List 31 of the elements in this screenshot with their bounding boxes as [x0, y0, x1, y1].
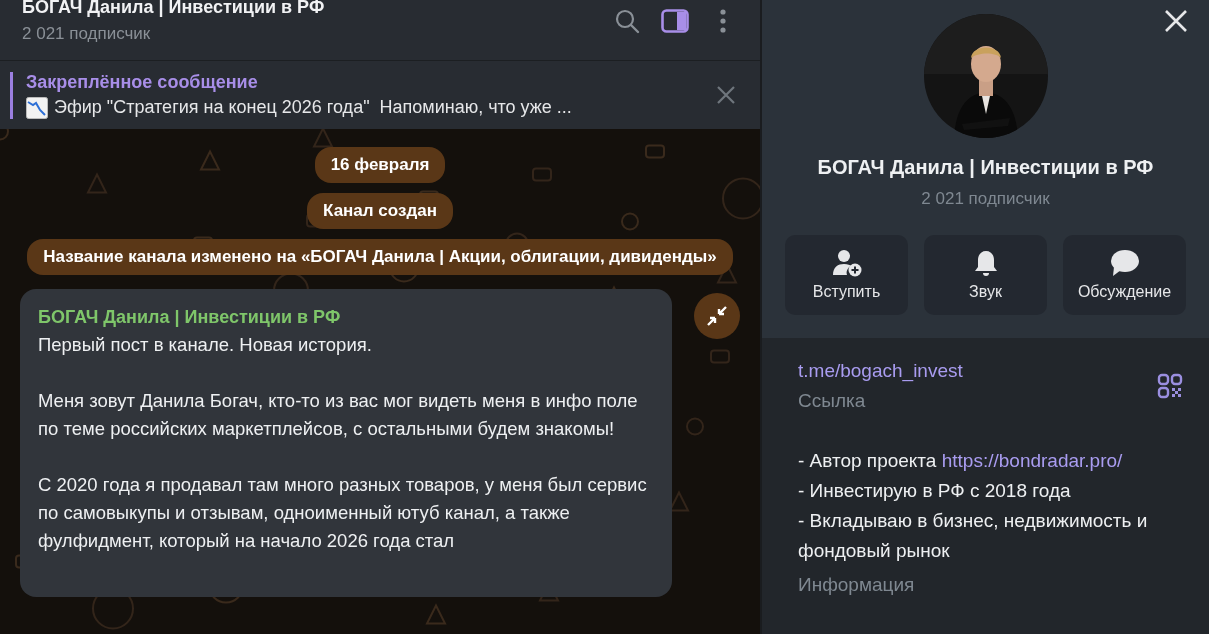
service-message: 16 февраля [314, 147, 446, 183]
collapse-icon [705, 304, 729, 328]
action-button[interactable]: Вступить [785, 235, 908, 315]
profile-name: БОГАЧ Данила | Инвестиции в РФ [817, 156, 1154, 179]
add-user-icon [831, 249, 862, 277]
action-button[interactable]: Звук [924, 235, 1047, 315]
subscriber-count: 2 021 подписчик [921, 189, 1050, 209]
service-message: Название канала изменено на «БОГАЧ Данила | Акции, облигации, дивиденды» [27, 239, 733, 275]
sidebar-toggle-icon[interactable] [661, 9, 689, 33]
field-label: Ссылка [798, 390, 867, 412]
channel-link[interactable]: t.me/bogach_invest [798, 360, 963, 382]
subscriber-count: 2 021 подписчик [22, 24, 152, 44]
chat-bubble-icon [1109, 249, 1140, 277]
qr-code-icon[interactable] [1157, 373, 1183, 399]
more-icon[interactable] [720, 9, 726, 33]
channel-description: - Автор проекта https://bondradar.pro/ - Инвестирую в РФ с 2018 года - Вкладываю в бизнес, недвижимость и фондовый рынок [798, 449, 1149, 563]
chart-down-icon [26, 96, 48, 119]
pinned-message-text[interactable]: Эфир "Стратегия на конец 2026 года" Напоминаю, что уже ... [54, 97, 572, 118]
message-paragraph: Первый пост в канале. Новая история. [38, 333, 373, 357]
channel-title: БОГАЧ Данила | Инвестиции в РФ [22, 0, 326, 18]
field-label: Информация [798, 574, 916, 596]
message-author[interactable]: БОГАЧ Данила | Инвестиции в РФ [38, 303, 654, 331]
description-link[interactable]: https://bondradar.pro/ [941, 450, 1123, 471]
pinned-label: Закреплённое сообщение [26, 71, 259, 93]
search-icon[interactable] [614, 8, 640, 34]
service-message: Канал создан [307, 193, 453, 229]
collapse-button[interactable] [694, 293, 740, 339]
action-button[interactable]: Обсуждение [1063, 235, 1186, 315]
message-paragraph: Меня зовут Данила Богач, кто-то из вас мог видеть меня в инфо поле по теме российских маркетплейсов, с остальными будем знакомы! [38, 389, 639, 441]
message-paragraph: С 2020 года я продавал там много разных товаров, у меня был сервис по самовыкупы и отзывам, одноименный ютуб канал, а также фулфидмент, который на начало 2026 года стал [38, 473, 648, 553]
bell-icon [972, 249, 999, 277]
